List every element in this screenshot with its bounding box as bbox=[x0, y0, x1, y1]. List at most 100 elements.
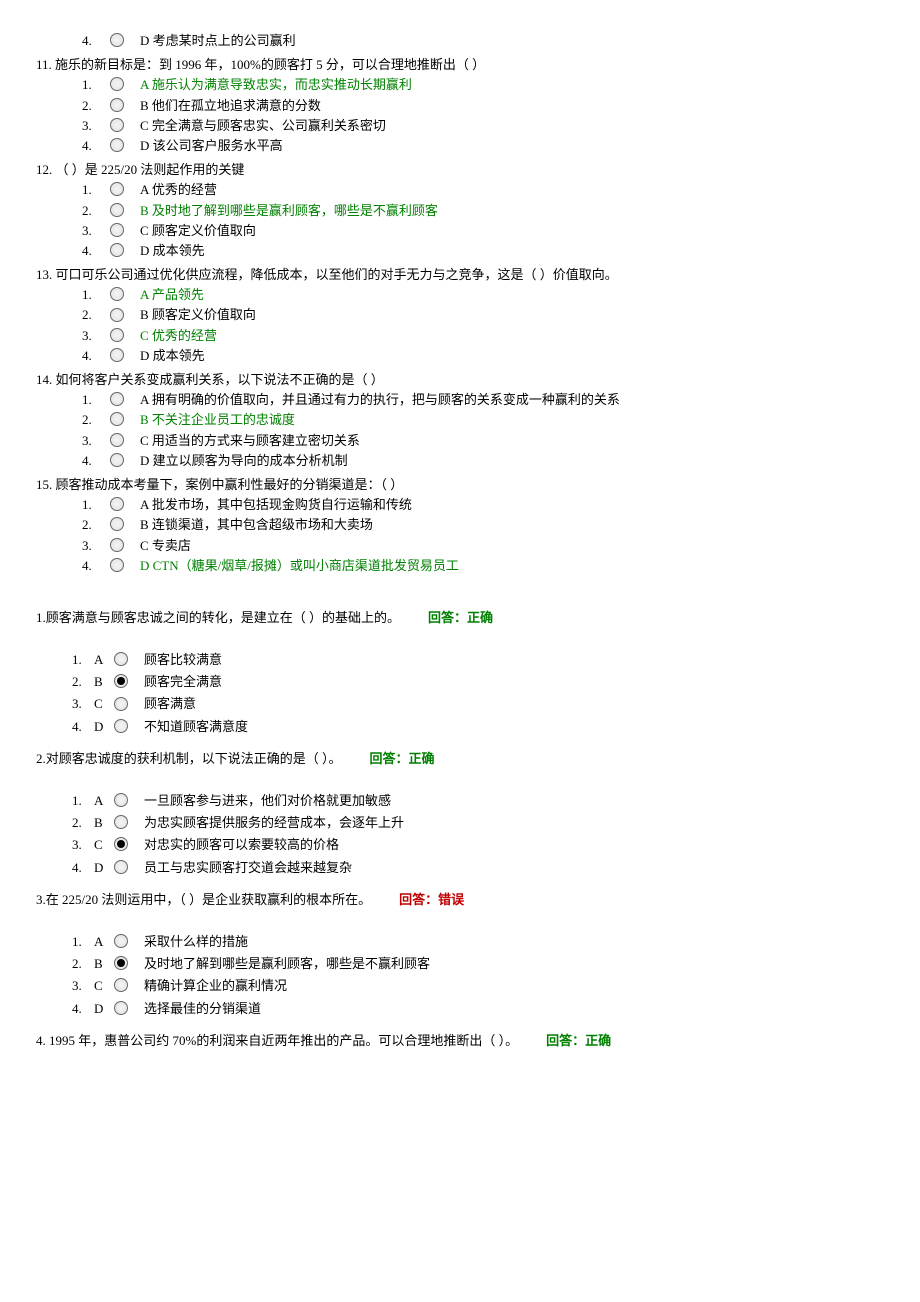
option-text: 采取什么样的措施 bbox=[144, 933, 248, 951]
option-number: 1. bbox=[82, 286, 110, 304]
option-row: 2. B 不关注企业员工的忠诚度 bbox=[82, 411, 920, 429]
radio-icon[interactable] bbox=[110, 118, 124, 132]
radio-icon[interactable] bbox=[110, 203, 124, 217]
option-text: D 该公司客户服务水平高 bbox=[140, 137, 283, 155]
option-text: 精确计算企业的赢利情况 bbox=[144, 977, 287, 995]
option-row: 1.A 拥有明确的价值取向，并且通过有力的执行，把与顾客的关系变成一种赢利的关系 bbox=[82, 391, 920, 409]
radio-icon[interactable] bbox=[110, 392, 124, 406]
radio-icon[interactable] bbox=[110, 77, 124, 91]
radio-icon[interactable] bbox=[110, 182, 124, 196]
radio-icon[interactable] bbox=[110, 433, 124, 447]
radio-icon[interactable] bbox=[110, 558, 124, 572]
option-row: 3. C精确计算企业的赢利情况 bbox=[72, 977, 920, 995]
radio-icon[interactable] bbox=[110, 98, 124, 112]
option-number: 2. bbox=[82, 411, 110, 429]
option-row: 1. A顾客比较满意 bbox=[72, 651, 920, 669]
option-row: 1. A 产品领先 bbox=[82, 286, 920, 304]
option-number: 2. bbox=[82, 516, 110, 534]
option-number: 2. bbox=[72, 673, 94, 691]
option-row: 3. C对忠实的顾客可以索要较高的价格 bbox=[72, 836, 920, 854]
stem-text: 2.对顾客忠诚度的获利机制，以下说法正确的是（ ）。 bbox=[36, 751, 342, 766]
option-text: C 用适当的方式来与顾客建立密切关系 bbox=[140, 432, 360, 450]
option-number: 3. bbox=[82, 117, 110, 135]
radio-icon[interactable] bbox=[110, 517, 124, 531]
option-letter: B bbox=[94, 814, 114, 832]
option-row: 2.B 顾客定义价值取向 bbox=[82, 306, 920, 324]
option-letter: D bbox=[94, 1000, 114, 1018]
option-text: B 连锁渠道，其中包含超级市场和大卖场 bbox=[140, 516, 373, 534]
option-number: 4. bbox=[82, 557, 110, 575]
radio-icon[interactable] bbox=[114, 860, 128, 874]
option-number: 4. bbox=[72, 1000, 94, 1018]
radio-icon[interactable] bbox=[114, 837, 128, 851]
question-stem: 4. 1995 年，惠普公司约 70%的利润来自近两年推出的产品。可以合理地推断… bbox=[36, 1032, 920, 1050]
option-text: B 他们在孤立地追求满意的分数 bbox=[140, 97, 321, 115]
option-text: C 顾客定义价值取向 bbox=[140, 222, 256, 240]
option-text: A 优秀的经营 bbox=[140, 181, 217, 199]
option-text: 顾客比较满意 bbox=[144, 651, 222, 669]
feedback-label: 回答：错误 bbox=[399, 892, 464, 907]
option-number: 2. bbox=[82, 97, 110, 115]
option-number: 3. bbox=[82, 432, 110, 450]
option-text: B 不关注企业员工的忠诚度 bbox=[140, 411, 295, 429]
option-number: 3. bbox=[72, 977, 94, 995]
question-stem: 15. 顾客推动成本考量下，案例中赢利性最好的分销渠道是：（ ） bbox=[36, 476, 920, 494]
radio-icon[interactable] bbox=[110, 328, 124, 342]
radio-icon[interactable] bbox=[110, 453, 124, 467]
option-row: 1. A采取什么样的措施 bbox=[72, 933, 920, 951]
radio-icon[interactable] bbox=[114, 978, 128, 992]
option-number: 1. bbox=[72, 651, 94, 669]
stem-text: 1.顾客满意与顾客忠诚之间的转化，是建立在（ ）的基础上的。 bbox=[36, 610, 400, 625]
radio-icon[interactable] bbox=[114, 652, 128, 666]
radio-icon[interactable] bbox=[114, 697, 128, 711]
radio-icon[interactable] bbox=[110, 348, 124, 362]
option-row: 3.C 专卖店 bbox=[82, 537, 920, 555]
option-text: 选择最佳的分销渠道 bbox=[144, 1000, 261, 1018]
radio-icon[interactable] bbox=[110, 223, 124, 237]
option-number: 1. bbox=[82, 76, 110, 94]
radio-icon[interactable] bbox=[110, 33, 124, 47]
option-number: 3. bbox=[82, 327, 110, 345]
option-row: 4.D 建立以顾客为导向的成本分析机制 bbox=[82, 452, 920, 470]
radio-icon[interactable] bbox=[114, 956, 128, 970]
option-number: 1. bbox=[72, 933, 94, 951]
radio-icon[interactable] bbox=[114, 1001, 128, 1015]
option-number: 3. bbox=[82, 537, 110, 555]
radio-icon[interactable] bbox=[110, 497, 124, 511]
radio-icon[interactable] bbox=[114, 815, 128, 829]
option-row: 3.C 完全满意与顾客忠实、公司赢利关系密切 bbox=[82, 117, 920, 135]
radio-icon[interactable] bbox=[110, 243, 124, 257]
radio-icon[interactable] bbox=[110, 287, 124, 301]
option-text: 不知道顾客满意度 bbox=[144, 718, 248, 736]
option-row: 2. B顾客完全满意 bbox=[72, 673, 920, 691]
stem-text: 3.在 225/20 法则运用中，（ ）是企业获取赢利的根本所在。 bbox=[36, 892, 371, 907]
feedback-label: 回答：正确 bbox=[370, 751, 435, 766]
option-number: 4. bbox=[82, 452, 110, 470]
option-row: 2. B为忠实顾客提供服务的经营成本，会逐年上升 bbox=[72, 814, 920, 832]
option-number: 1. bbox=[82, 181, 110, 199]
option-text: A 产品领先 bbox=[140, 286, 204, 304]
radio-icon[interactable] bbox=[114, 793, 128, 807]
radio-icon[interactable] bbox=[110, 538, 124, 552]
option-number: 4. bbox=[72, 859, 94, 877]
question-stem: 2.对顾客忠诚度的获利机制，以下说法正确的是（ ）。 回答：正确 bbox=[36, 750, 920, 768]
radio-icon[interactable] bbox=[114, 719, 128, 733]
option-text: 顾客满意 bbox=[144, 695, 196, 713]
option-row: 4.D 成本领先 bbox=[82, 347, 920, 365]
option-text: A 施乐认为满意导致忠实，而忠实推动长期赢利 bbox=[140, 76, 412, 94]
option-row: 3. C 用适当的方式来与顾客建立密切关系 bbox=[82, 432, 920, 450]
radio-icon[interactable] bbox=[110, 412, 124, 426]
radio-icon[interactable] bbox=[110, 308, 124, 322]
radio-icon[interactable] bbox=[114, 934, 128, 948]
option-row: 2. B 他们在孤立地追求满意的分数 bbox=[82, 97, 920, 115]
radio-icon[interactable] bbox=[114, 674, 128, 688]
radio-icon[interactable] bbox=[110, 138, 124, 152]
option-number: 2. bbox=[72, 955, 94, 973]
option-text: A 批发市场，其中包括现金购货自行运输和传统 bbox=[140, 496, 412, 514]
stem-text: 4. 1995 年，惠普公司约 70%的利润来自近两年推出的产品。可以合理地推断… bbox=[36, 1033, 518, 1048]
option-number: 3. bbox=[82, 222, 110, 240]
option-number: 1. bbox=[82, 391, 110, 409]
option-letter: C bbox=[94, 836, 114, 854]
question-stem: 13. 可口可乐公司通过优化供应流程，降低成本，以至他们的对手无力与之竞争，这是… bbox=[36, 266, 920, 284]
feedback-label: 回答：正确 bbox=[428, 610, 493, 625]
